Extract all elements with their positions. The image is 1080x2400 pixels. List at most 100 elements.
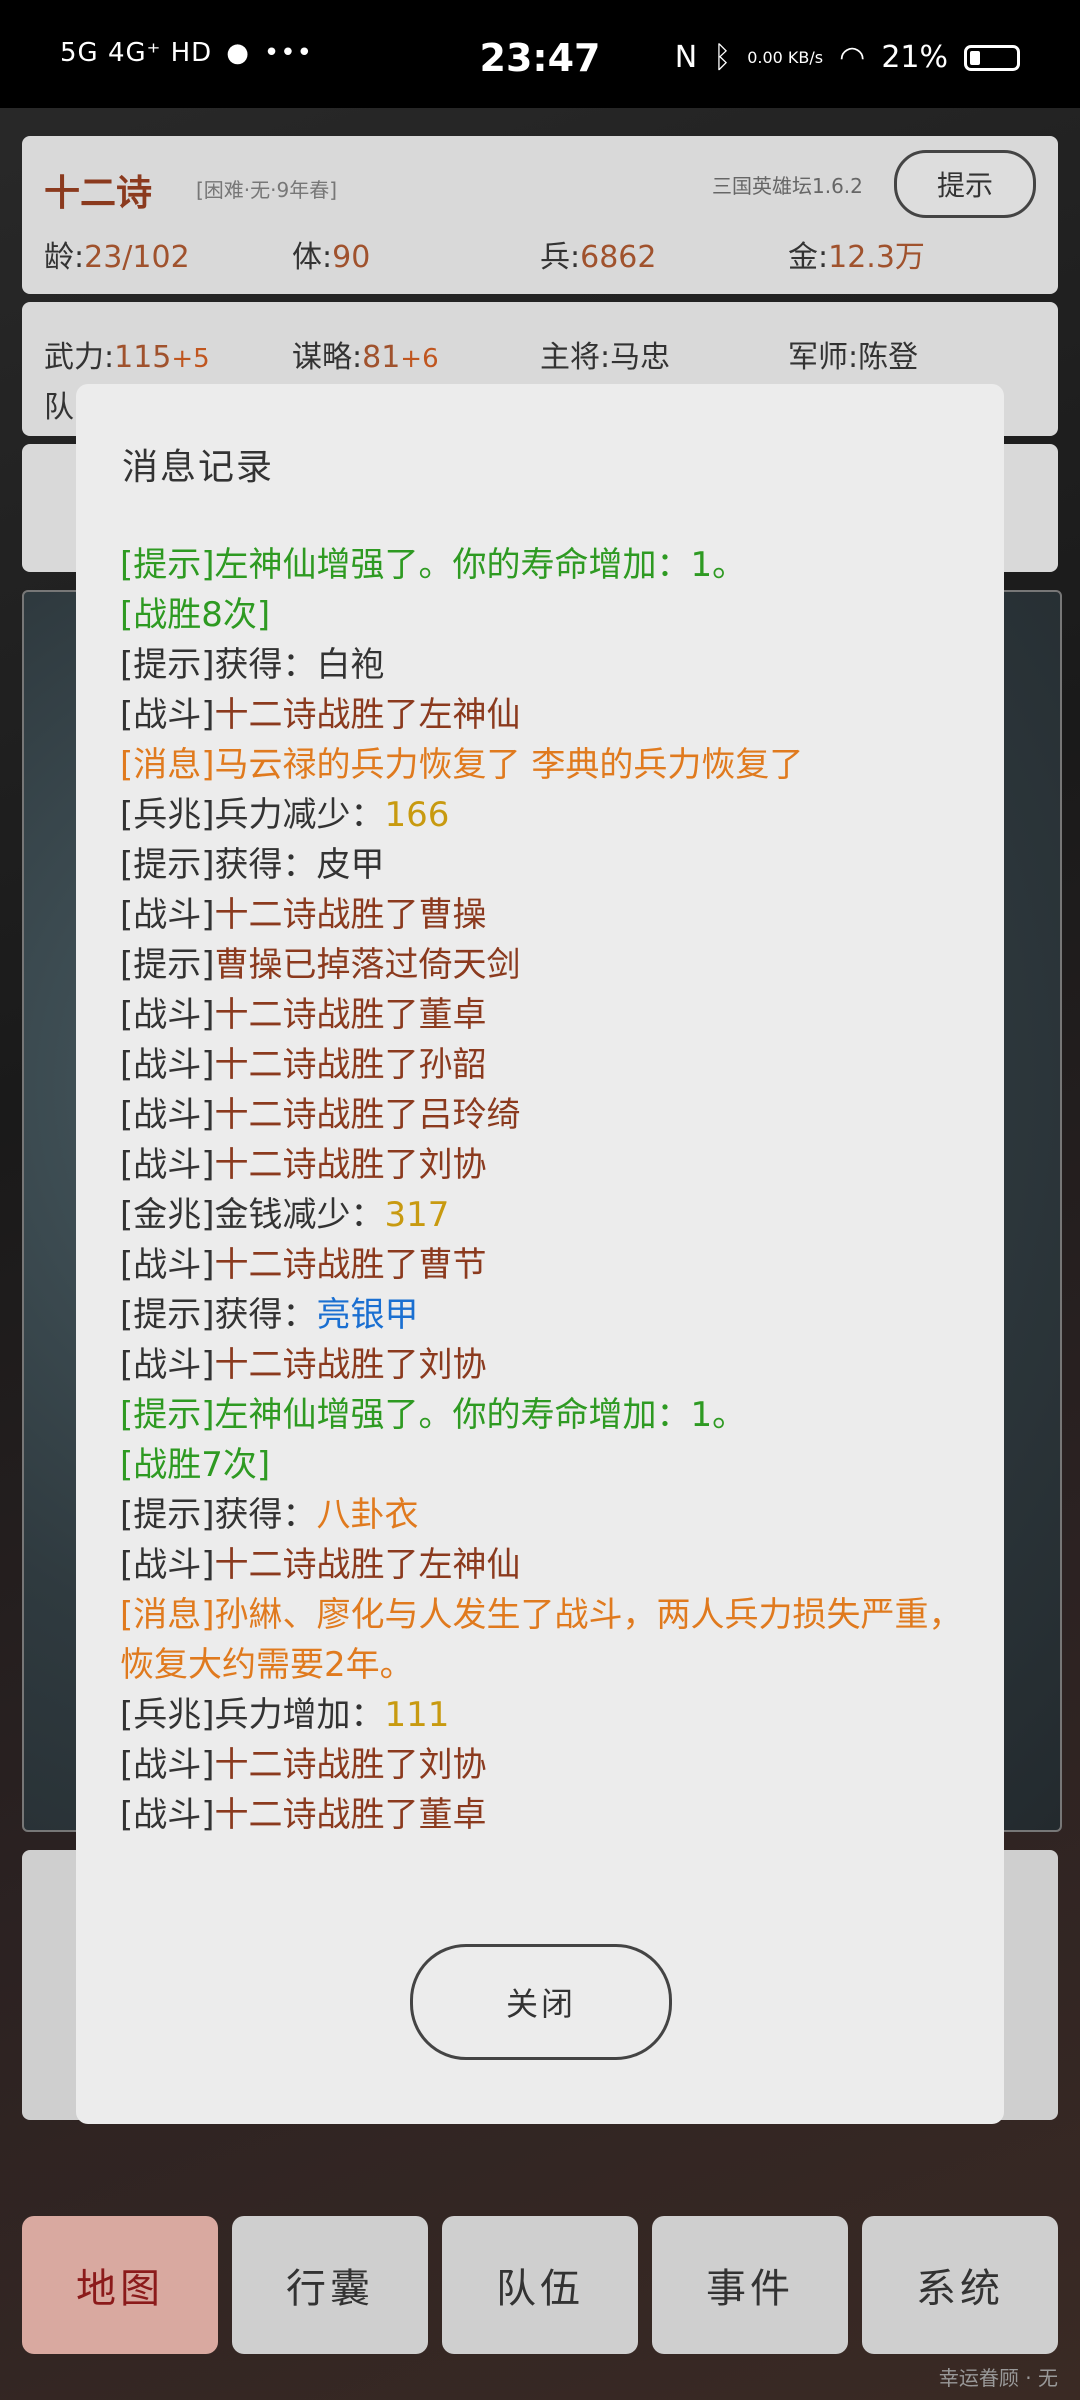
- footer-note: 幸运眷顾 · 无: [938, 2366, 1058, 2390]
- log-entry: [提示]获得：八卦衣: [120, 1490, 980, 1540]
- log-tag: [提示]: [120, 645, 215, 685]
- nav-bag[interactable]: 行囊: [232, 2216, 428, 2354]
- log-entry: [金兆]金钱减少：317: [120, 1190, 980, 1240]
- log-tag: [提示]: [120, 945, 215, 985]
- log-entry: [提示]获得：皮甲: [120, 840, 980, 890]
- log-entry: [战斗]十二诗战胜了刘协: [120, 1340, 980, 1390]
- log-text: 马云禄的兵力恢复了 李典的兵力恢复了: [214, 745, 804, 785]
- log-tag: [战斗]: [120, 1145, 215, 1185]
- hero-name: 十二诗: [44, 172, 153, 214]
- log-entry: [战斗]十二诗战胜了曹操: [120, 890, 980, 940]
- log-tag: [战斗]: [120, 1545, 215, 1585]
- log-entry: [兵兆]兵力增加：111: [120, 1690, 980, 1740]
- log-entry: [提示]曹操已掉落过倚天剑: [120, 940, 980, 990]
- log-text: 左神仙增强了。你的寿命增加：1。: [214, 545, 747, 585]
- log-entry: [战斗]十二诗战胜了孙韶: [120, 1040, 980, 1090]
- nav-team[interactable]: 队伍: [442, 2216, 638, 2354]
- log-text: 十二诗战胜了曹操: [214, 895, 487, 935]
- team-stat: 队: [44, 390, 74, 425]
- log-entry: [战斗]十二诗战胜了曹节: [120, 1240, 980, 1290]
- log-text: 十二诗战胜了曹节: [214, 1245, 487, 1285]
- nav-events[interactable]: 事件: [652, 2216, 848, 2354]
- log-text: 十二诗战胜了刘协: [214, 1345, 487, 1385]
- log-text: 获得：白袍: [214, 645, 385, 685]
- dialog-title: 消息记录: [122, 447, 275, 488]
- log-entry: [消息]孙綝、廖化与人发生了战斗，两人兵力损失严重，恢复大约需要2年。: [120, 1590, 980, 1690]
- nav-system[interactable]: 系统: [862, 2216, 1058, 2354]
- log-text: 十二诗战胜了董卓: [214, 995, 487, 1035]
- log-value: 317: [384, 1195, 450, 1235]
- log-text: 获得：: [214, 1495, 317, 1535]
- nav-map[interactable]: 地图: [22, 2216, 218, 2354]
- log-entry: [消息]马云禄的兵力恢复了 李典的兵力恢复了: [120, 740, 980, 790]
- log-text: 金钱减少：: [214, 1195, 385, 1235]
- log-text: 曹操已掉落过倚天剑: [214, 945, 521, 985]
- log-text: [战胜8次]: [120, 595, 271, 635]
- hero-panel: 十二诗 [困难·无·9年春] 三国英雄坛1.6.2 提示 龄:23/102 体:…: [22, 136, 1058, 294]
- advisor-stat: 军师:陈登: [788, 340, 919, 375]
- log-entry: [战斗]十二诗战胜了左神仙: [120, 690, 980, 740]
- log-text: 孙綝、廖化与人发生了战斗，两人兵力损失严重，恢复大约需要2年。: [120, 1595, 963, 1685]
- age-stat: 龄:23/102: [44, 240, 190, 275]
- log-value: 亮银甲: [316, 1295, 419, 1335]
- battery-icon: [964, 44, 1020, 71]
- log-value: 166: [384, 795, 450, 835]
- log-tag: [消息]: [120, 745, 215, 785]
- troops-stat: 兵:6862: [540, 240, 657, 275]
- log-entry: [战胜7次]: [120, 1440, 980, 1490]
- log-entry: [战斗]十二诗战胜了吕玲绮: [120, 1090, 980, 1140]
- log-entry: [战胜8次]: [120, 590, 980, 640]
- log-text: 十二诗战胜了左神仙: [214, 1545, 521, 1585]
- net-speed: 0.00 KB/s: [747, 48, 824, 67]
- log-entry: [提示]左神仙增强了。你的寿命增加：1。: [120, 1390, 980, 1440]
- log-text: 十二诗战胜了刘协: [214, 1745, 487, 1785]
- message-log-dialog: 消息记录 [提示]左神仙增强了。你的寿命增加：1。 [战胜8次] [提示]获得：白袍…: [76, 384, 1004, 2124]
- log-entry: [兵兆]兵力减少：166: [120, 790, 980, 840]
- log-tag: [战斗]: [120, 1745, 215, 1785]
- log-tag: [战斗]: [120, 1045, 215, 1085]
- log-text: [战胜7次]: [120, 1445, 271, 1485]
- log-entry: [战斗]十二诗战胜了左神仙: [120, 1540, 980, 1590]
- log-entry: [战斗]十二诗战胜了刘协: [120, 1740, 980, 1790]
- wifi-icon: ◠: [839, 40, 866, 75]
- message-log-list: [提示]左神仙增强了。你的寿命增加：1。 [战胜8次] [提示]获得：白袍 [战斗]十…: [120, 540, 980, 1840]
- bluetooth-icon: ᛒ: [713, 40, 732, 75]
- gold-stat: 金:12.3万: [788, 240, 925, 275]
- log-entry: [战斗]十二诗战胜了董卓: [120, 990, 980, 1040]
- log-entry: [提示]获得：亮银甲: [120, 1290, 980, 1340]
- log-tag: [战斗]: [120, 1245, 215, 1285]
- status-bar: 5G 4G⁺ HD ● ••• 23:47 N ᛒ 0.00 KB/s ◠ 21…: [0, 0, 1080, 108]
- log-tag: [战斗]: [120, 1345, 215, 1385]
- log-tag: [提示]: [120, 545, 215, 585]
- log-tag: [兵兆]: [120, 1695, 215, 1735]
- strategy-stat: 谋略:81+6: [292, 340, 439, 375]
- log-tag: [提示]: [120, 1395, 215, 1435]
- log-text: 十二诗战胜了董卓: [214, 1795, 487, 1835]
- log-tag: [提示]: [120, 1295, 215, 1335]
- general-stat: 主将:马忠: [540, 340, 671, 375]
- log-tag: [战斗]: [120, 995, 215, 1035]
- log-tag: [提示]: [120, 845, 215, 885]
- log-entry: [战斗]十二诗战胜了董卓: [120, 1790, 980, 1840]
- close-button[interactable]: 关闭: [410, 1944, 672, 2060]
- log-text: 获得：: [214, 1295, 317, 1335]
- log-text: 兵力增加：: [214, 1695, 385, 1735]
- log-tag: [提示]: [120, 1495, 215, 1535]
- version-label: 三国英雄坛1.6.2: [712, 174, 863, 198]
- log-tag: [消息]: [120, 1595, 215, 1635]
- log-tag: [战斗]: [120, 895, 215, 935]
- hint-button[interactable]: 提示: [894, 150, 1036, 218]
- game-mode: [困难·无·9年春]: [196, 178, 338, 202]
- force-stat: 武力:115+5: [44, 340, 210, 375]
- log-value: 111: [384, 1695, 450, 1735]
- log-text: 十二诗战胜了左神仙: [214, 695, 521, 735]
- body-stat: 体:90: [292, 240, 371, 275]
- log-tag: [战斗]: [120, 695, 215, 735]
- log-tag: [金兆]: [120, 1195, 215, 1235]
- log-tag: [兵兆]: [120, 795, 215, 835]
- log-text: 十二诗战胜了吕玲绮: [214, 1095, 521, 1135]
- log-entry: [提示]左神仙增强了。你的寿命增加：1。: [120, 540, 980, 590]
- log-tag: [战斗]: [120, 1795, 215, 1835]
- log-entry: [提示]获得：白袍: [120, 640, 980, 690]
- log-text: 获得：皮甲: [214, 845, 385, 885]
